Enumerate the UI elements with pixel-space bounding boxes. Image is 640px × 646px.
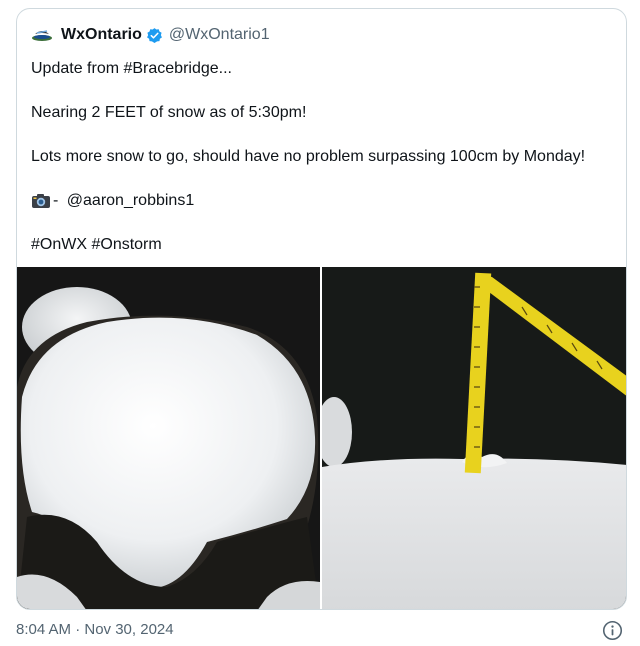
photo-credit-line: - @aaron_robbins1 [31,191,616,211]
author-display-name[interactable]: WxOntario [61,26,142,44]
tweet-header: WxOntario @WxOntario1 [31,23,270,47]
storm-logo-icon[interactable] [31,26,53,44]
tweet-card: WxOntario @WxOntario1 Update from #Brace… [16,8,627,610]
tweet-timestamp[interactable]: 8:04 AM · Nov 30, 2024 [16,621,174,638]
tweet-line-forecast: Lots more snow to go, should have no pro… [31,148,586,165]
tweet-media [17,267,626,609]
hashtag-onstorm[interactable]: #Onstorm [91,236,161,253]
hashtags-line: #OnWX #Onstorm [31,235,616,255]
camera-icon [32,194,50,208]
tweet-body: Update from #Bracebridge... Nearing 2 FE… [31,59,616,255]
tweet-line-update: Update from #Bracebridge... [31,60,232,77]
tweet-line-snow-depth: Nearing 2 FEET of snow as of 5:30pm! [31,104,307,121]
credit-separator: - [53,192,63,209]
verified-badge-icon [146,27,162,43]
snow-pile-photo[interactable] [17,267,320,609]
hashtag-onwx[interactable]: #OnWX [31,236,87,253]
author-handle[interactable]: @WxOntario1 [169,26,270,44]
info-icon[interactable] [602,620,623,641]
credit-handle-link[interactable]: @aaron_robbins1 [67,191,194,211]
snow-measuring-tape-photo[interactable] [322,267,626,609]
